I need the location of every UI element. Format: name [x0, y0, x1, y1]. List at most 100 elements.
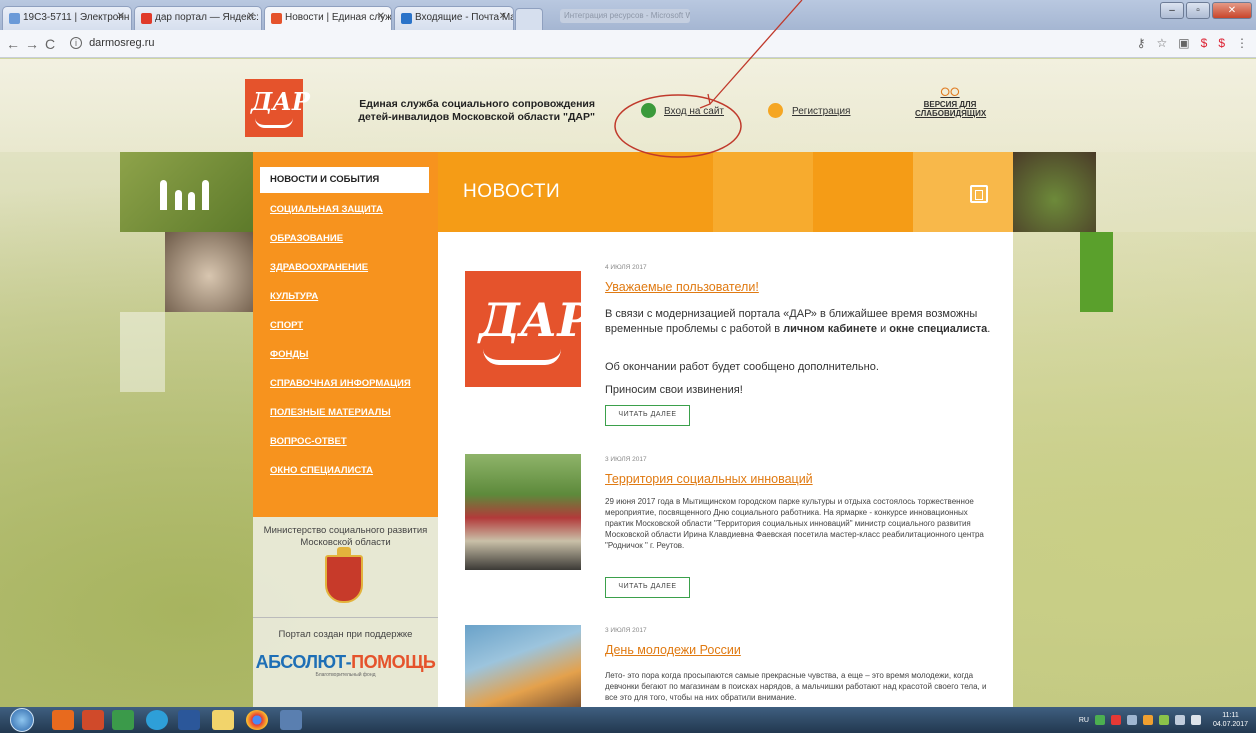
lock-icon [768, 103, 783, 118]
sidebar-item-specialist[interactable]: ОКНО СПЕЦИАЛИСТА [270, 465, 373, 476]
text-span: и [877, 323, 890, 335]
portal-note: Портал создан при поддержке [278, 629, 413, 640]
sidebar-item-sport[interactable]: СПОРТ [270, 320, 303, 331]
media-player-icon[interactable] [52, 710, 74, 730]
extension-icon[interactable]: $ [1201, 36, 1208, 50]
folder-icon[interactable] [212, 710, 234, 730]
hand-icon [255, 118, 293, 128]
tray-app-icon[interactable] [1094, 715, 1105, 725]
site-logo[interactable]: ДАР [245, 79, 310, 137]
back-icon[interactable]: ← [6, 36, 20, 52]
extension-icon[interactable]: ▣ [1178, 36, 1189, 50]
chrome-icon[interactable] [246, 710, 268, 730]
close-icon[interactable]: ✕ [117, 11, 125, 22]
article-text: Приносим свои извинения! [605, 384, 743, 396]
section-title: НОВОСТИ [463, 181, 561, 202]
family-figure [188, 192, 195, 210]
tab-label: дар портал — Яндекс: [155, 12, 259, 23]
mail-icon [401, 13, 412, 24]
browser-tab[interactable]: 19С3-5711 | Электронн ✕ [2, 6, 132, 30]
volume-icon[interactable] [1190, 715, 1201, 725]
network-app-icon[interactable] [280, 710, 302, 730]
info-icon[interactable]: i [70, 37, 82, 49]
browser-tab-active[interactable]: Новости | Единая служб ✕ [264, 6, 392, 30]
section-header: НОВОСТИ [438, 152, 1013, 232]
powerpoint-icon[interactable] [82, 710, 104, 730]
article-image[interactable] [465, 454, 581, 570]
coat-of-arms-icon[interactable] [325, 547, 363, 603]
sidebar-item-culture[interactable]: КУЛЬТУРА [270, 291, 318, 302]
minimize-icon[interactable]: – [1160, 2, 1184, 19]
reload-icon[interactable]: C [45, 36, 55, 52]
site-header: ДАР Единая служба социального сопровожде… [0, 59, 1256, 152]
register-link[interactable]: Регистрация [792, 106, 850, 117]
article-image[interactable]: ДАР [465, 271, 592, 387]
tray-app-icon[interactable] [1142, 715, 1153, 725]
language-indicator[interactable]: RU [1079, 717, 1089, 724]
maximize-icon[interactable]: ▫ [1186, 2, 1210, 19]
forward-icon[interactable]: → [25, 36, 39, 52]
sidebar-partners: Министерство социального развития Москов… [253, 517, 438, 707]
partner-logo[interactable]: АБСОЛЮТ-ПОМОЩЬ [253, 652, 438, 673]
decorative-block [713, 152, 813, 232]
close-icon[interactable]: ✕ [247, 11, 255, 22]
tray-app-icon[interactable] [1126, 715, 1137, 725]
decorative-block [913, 152, 1013, 232]
green-decorative-tile [1080, 232, 1113, 312]
logo-text: ДАР [251, 87, 310, 116]
article-text: В связи с модернизацией портала «ДАР» в … [605, 307, 995, 337]
close-icon[interactable]: ✕ [499, 11, 507, 22]
close-window-icon[interactable]: ✕ [1212, 2, 1252, 19]
browser-tab[interactable]: дар портал — Яндекс: ✕ [134, 6, 262, 30]
family-figure [160, 180, 167, 210]
menu-icon[interactable]: ⋮ [1236, 36, 1248, 50]
extension-icon[interactable]: $ [1218, 36, 1225, 50]
sidebar-item-funds[interactable]: ФОНДЫ [270, 349, 308, 360]
sidebar-item-news-active[interactable]: НОВОСТИ И СОБЫТИЯ [260, 167, 429, 193]
excel-icon[interactable] [112, 710, 134, 730]
article-title-link[interactable]: Уважаемые пользователи! [605, 280, 759, 294]
login-link[interactable]: Вход на сайт [664, 106, 724, 117]
network-icon[interactable] [1174, 715, 1185, 725]
url-field[interactable]: i darmosreg.ru [70, 35, 1105, 53]
sidebar-item-reference[interactable]: СПРАВОЧНАЯ ИНФОРМАЦИЯ [270, 378, 411, 389]
family-figure [202, 180, 209, 210]
url-text: darmosreg.ru [89, 37, 155, 49]
sidebar-item-education[interactable]: ОБРАЗОВАНИЕ [270, 233, 343, 244]
system-tray: RU 11:11 04.07.2017 [1079, 709, 1248, 731]
clock[interactable]: 11:11 04.07.2017 [1213, 711, 1248, 729]
windows-taskbar: RU 11:11 04.07.2017 [0, 707, 1256, 733]
news-list: ДАР 4 ИЮЛЯ 2017 Уважаемые пользователи! … [438, 232, 1013, 707]
low-vision-version-link[interactable]: ⭘⭘ ВЕРСИЯ ДЛЯ СЛАБОВИДЯЩИХ [915, 86, 986, 118]
read-more-button[interactable]: ЧИТАТЬ ДАЛЕЕ [605, 405, 690, 426]
article-title-link[interactable]: Территория социальных инноваций [605, 472, 813, 486]
browser-tab[interactable]: Входящие - Почта Mail. ✕ [394, 6, 514, 30]
tray-app-icon[interactable] [1110, 715, 1121, 725]
sidebar-menu: НОВОСТИ И СОБЫТИЯ СОЦИАЛЬНАЯ ЗАЩИТА ОБРА… [253, 152, 438, 517]
family-photo-tile [120, 152, 253, 232]
ministry-label[interactable]: Министерство социального развития Москов… [253, 525, 438, 549]
sidebar-item-faq[interactable]: ВОПРОС-ОТВЕТ [270, 436, 347, 447]
read-more-button[interactable]: ЧИТАТЬ ДАЛЕЕ [605, 577, 690, 598]
tray-app-icon[interactable] [1158, 715, 1169, 725]
plant-photo-tile [1013, 152, 1096, 232]
sidebar-item-social-protection[interactable]: СОЦИАЛЬНАЯ ЗАЩИТА [270, 204, 383, 215]
sidebar-item-materials[interactable]: ПОЛЕЗНЫЕ МАТЕРИАЛЫ [270, 407, 391, 418]
bookmark-star-icon[interactable]: ☆ [1157, 36, 1168, 50]
article-title-link[interactable]: День молодежи России [605, 643, 741, 657]
key-icon[interactable]: ⚷ [1137, 36, 1146, 50]
word-icon[interactable] [178, 710, 200, 730]
clock-time: 11:11 [1222, 712, 1239, 719]
article-image[interactable] [465, 625, 581, 707]
start-button-icon[interactable] [10, 708, 34, 732]
window-controls: – ▫ ✕ [1160, 2, 1252, 19]
divider [253, 617, 438, 618]
dar-favicon-icon [271, 13, 282, 24]
org-title: Единая служба социального сопровождения … [315, 98, 595, 124]
close-icon[interactable]: ✕ [377, 11, 385, 22]
telegram-icon[interactable] [146, 710, 168, 730]
article-date: 4 ИЮЛЯ 2017 [605, 264, 647, 271]
article-date: 3 ИЮЛЯ 2017 [605, 627, 647, 634]
sidebar-item-healthcare[interactable]: ЗДРАВООХРАНЕНИЕ [270, 262, 368, 273]
new-tab-button[interactable] [515, 8, 543, 30]
